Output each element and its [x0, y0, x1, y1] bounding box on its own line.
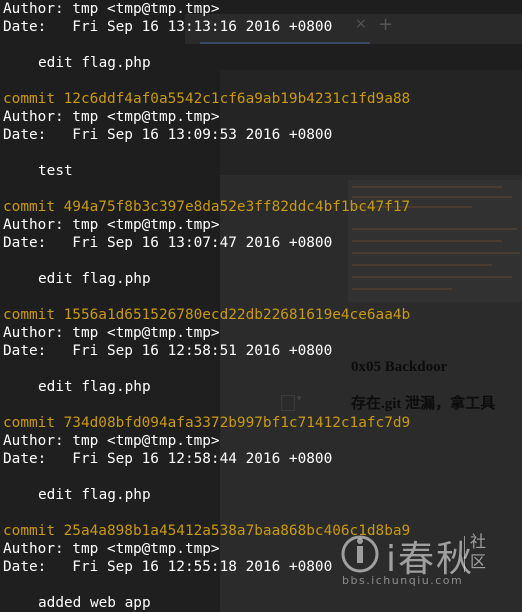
screenshot: × + 0x05 Backdoor 存在.git 泄漏，拿工具 ▾ Author…	[0, 0, 522, 612]
watermark: i春秋 社 区 bbs.ichunqiu.com	[340, 530, 522, 590]
terminal-git-log: Author: tmp <tmp@tmp.tmp> Date: Fri Sep 1…	[3, 0, 522, 612]
terminal-line-msg: edit flag.php	[38, 379, 151, 395]
terminal-line-msg: test	[38, 163, 73, 179]
terminal-line-commit: commit 12c6ddf4af0a5542c1cf6a9ab19b4231c…	[3, 91, 411, 107]
terminal-line-date: Date: Fri Sep 16 13:13:16 2016 +0800	[3, 19, 333, 35]
terminal-line-msg: edit flag.php	[38, 271, 151, 287]
terminal-line-commit: commit 494a75f8b3c397e8da52e3ff82ddc4bf1…	[3, 199, 411, 215]
terminal-line-commit: commit 734d08bfd094afa3372b997bf1c71412c…	[3, 415, 411, 431]
terminal-line-date: Date: Fri Sep 16 12:58:44 2016 +0800	[3, 451, 333, 467]
terminal-line-author: Author: tmp <tmp@tmp.tmp>	[3, 217, 220, 233]
terminal-line-date: Date: Fri Sep 16 13:07:47 2016 +0800	[3, 235, 333, 251]
ichunqiu-logo-icon	[341, 535, 379, 573]
terminal-line-commit: commit 1556a1d651526780ecd22db22681619e4…	[3, 307, 411, 323]
terminal-line-msg: edit flag.php	[38, 487, 151, 503]
watermark-side-text: 社 区	[470, 532, 487, 571]
terminal-line-date: Date: Fri Sep 16 13:09:53 2016 +0800	[3, 127, 333, 143]
terminal-line-author: Author: tmp <tmp@tmp.tmp>	[3, 109, 220, 125]
terminal-line-date: Date: Fri Sep 16 12:58:51 2016 +0800	[3, 343, 333, 359]
terminal-line-author: Author: tmp <tmp@tmp.tmp>	[3, 433, 220, 449]
terminal-line-author: Author: tmp <tmp@tmp.tmp>	[3, 1, 220, 17]
terminal-line-msg: edit flag.php	[38, 55, 151, 71]
watermark-divider	[464, 536, 465, 572]
terminal-line-msg: added web app	[38, 595, 151, 611]
terminal-line-author: Author: tmp <tmp@tmp.tmp>	[3, 325, 220, 341]
watermark-url: bbs.ichunqiu.com	[342, 574, 464, 587]
